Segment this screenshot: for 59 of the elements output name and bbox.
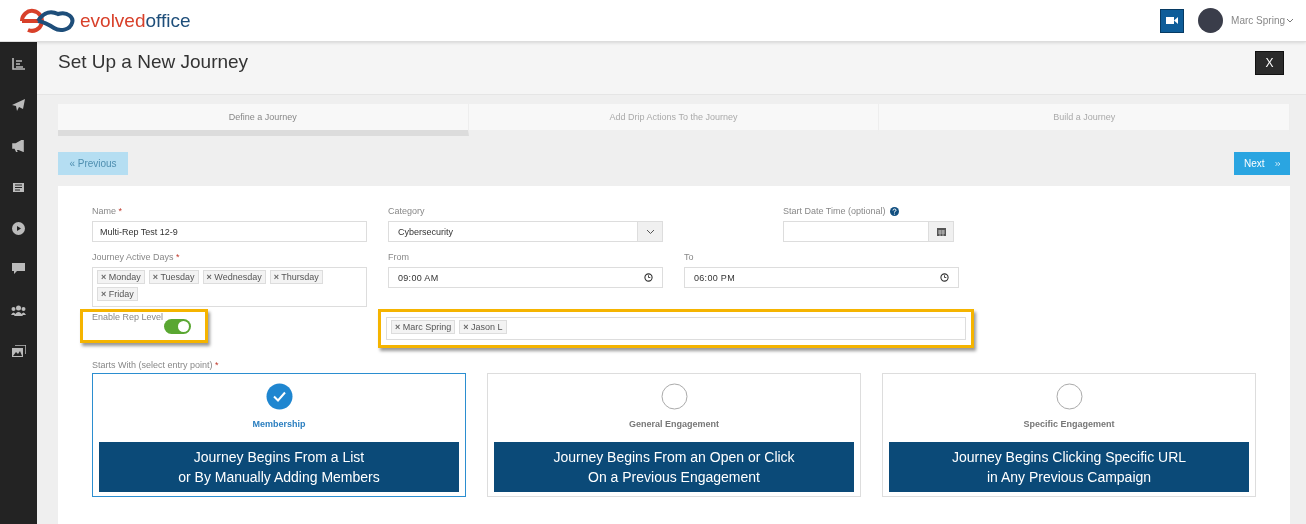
- check-icon: [265, 383, 293, 410]
- entry-point-card[interactable]: Membership Journey Begins From a List or By Manually Adding Members: [92, 373, 466, 497]
- double-chevron-right-icon: [1274, 159, 1280, 168]
- entry-title: Specific Engagement: [1023, 419, 1115, 429]
- clock-icon: [940, 273, 949, 282]
- help-icon[interactable]: [889, 206, 899, 216]
- calendar-icon: [936, 227, 946, 236]
- day-chip[interactable]: × Friday: [97, 287, 138, 301]
- logo-icon: [18, 7, 76, 34]
- field-label: Start Date Time (optional): [783, 206, 886, 216]
- entry-description: Journey Begins From a List or By Manually Adding Members: [99, 442, 459, 492]
- day-chip[interactable]: × Wednesday: [202, 270, 266, 284]
- megaphone-icon: [12, 140, 25, 152]
- chart-icon: [12, 58, 25, 70]
- video-camera-icon: [1166, 16, 1179, 25]
- entry-description: Journey Begins From an Open or Click On a Previous Engagement: [494, 442, 854, 492]
- entry-point-card[interactable]: Specific Engagement Journey Begins Clicking Specific URL in Any Previous Campaign: [882, 373, 1256, 497]
- close-button[interactable]: X: [1255, 51, 1284, 75]
- category-dropdown[interactable]: Cybersecurity: [388, 221, 663, 242]
- rep-level-toggle[interactable]: [164, 318, 192, 334]
- field-label: From: [388, 252, 409, 262]
- from-time-input[interactable]: 09:00 AM: [388, 267, 663, 288]
- radio-circle-icon: [660, 383, 688, 410]
- radio-circle-icon: [1055, 383, 1083, 410]
- users-icon: [11, 304, 26, 316]
- day-chip[interactable]: × Tuesday: [148, 270, 199, 284]
- field-label: Enable Rep Level: [92, 312, 164, 322]
- chevron-down-icon: [645, 228, 655, 235]
- chat-icon: [12, 263, 25, 275]
- field-label: Category: [388, 206, 425, 216]
- entry-title: Membership: [252, 419, 306, 429]
- video-camera-button[interactable]: [1160, 8, 1185, 33]
- name-input[interactable]: Multi-Rep Test 12-9: [92, 221, 367, 242]
- entry-point-card[interactable]: General Engagement Journey Begins From an Open or Click On a Previous Engagement: [487, 373, 861, 497]
- field-label: To: [684, 252, 694, 262]
- rep-chip[interactable]: × Jason L: [459, 320, 507, 334]
- field-label: Name *: [92, 206, 123, 216]
- chevron-down-icon: [1286, 17, 1294, 24]
- newspaper-icon: [12, 181, 25, 193]
- entry-description: Journey Begins Clicking Specific URL in Any Previous Campaign: [889, 442, 1249, 492]
- images-icon: [11, 345, 26, 357]
- field-label: Starts With (select entry point) *: [92, 360, 220, 370]
- logo-text: evolvedoffice: [80, 9, 191, 32]
- play-icon: [12, 221, 25, 235]
- clock-icon: [644, 273, 653, 282]
- user-menu[interactable]: Marc Spring: [1231, 15, 1294, 26]
- paper-plane-icon: [12, 99, 25, 111]
- step-tab[interactable]: Define a Journey: [58, 104, 469, 136]
- rep-chip[interactable]: × Marc Spring: [391, 320, 456, 334]
- reps-select[interactable]: × Marc Spring × Jason L: [386, 317, 966, 340]
- field-label: Journey Active Days *: [92, 252, 180, 262]
- entry-title: General Engagement: [629, 419, 719, 429]
- user-avatar[interactable]: [1198, 8, 1224, 33]
- page-title: Set Up a New Journey: [58, 51, 249, 73]
- day-chip[interactable]: × Thursday: [269, 270, 323, 284]
- start-date-input[interactable]: [783, 221, 954, 242]
- active-days-select[interactable]: × Monday × Tuesday × Wednesday × Thursday × Friday: [92, 267, 367, 307]
- day-chip[interactable]: × Monday: [97, 270, 145, 284]
- to-time-input[interactable]: 06:00 PM: [684, 267, 959, 288]
